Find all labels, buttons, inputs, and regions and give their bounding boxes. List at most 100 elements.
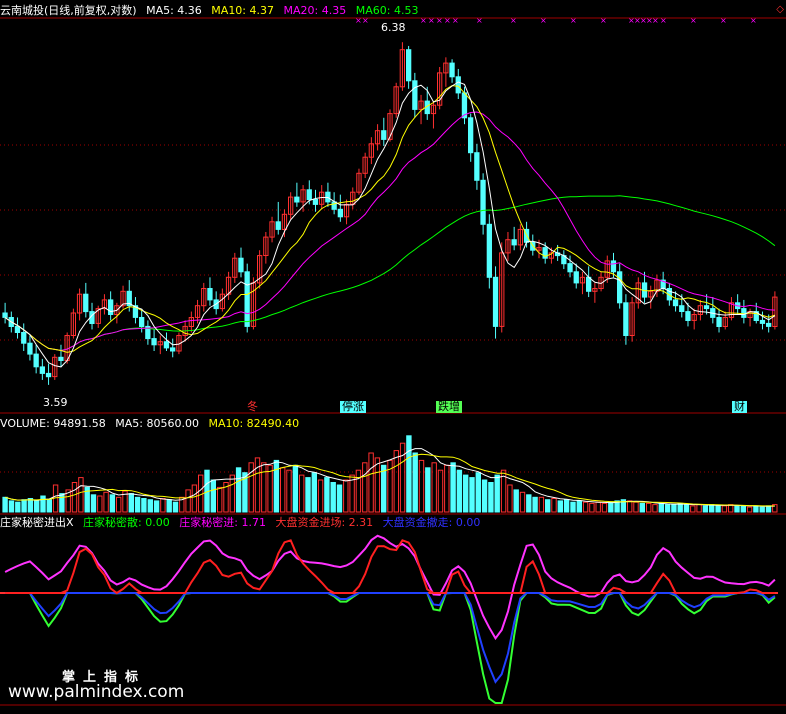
candle-body — [14, 325, 21, 333]
volume-bar — [456, 469, 463, 513]
volume-bar — [431, 462, 437, 513]
signal-cross-marker: × — [750, 16, 757, 25]
volume-bar — [765, 505, 772, 513]
volume-bar — [2, 496, 8, 513]
diamond-icon[interactable]: ◇ — [776, 4, 784, 15]
volume-bar — [160, 498, 166, 513]
volume-bar — [324, 477, 330, 513]
candle-body — [331, 201, 337, 210]
volume-bar — [46, 499, 52, 513]
volume-bar — [437, 469, 444, 513]
candle-body — [672, 299, 679, 307]
volume-bar — [128, 493, 135, 513]
candle-body — [312, 199, 319, 205]
volume-bar — [97, 495, 103, 513]
volume-bar — [532, 496, 538, 513]
volume-header: VOLUME: 94891.58 MA5: 80560.00 MA10: 824… — [0, 417, 305, 431]
volume-bar — [475, 472, 482, 513]
volume-bar — [734, 505, 740, 513]
signal-cross-marker: × — [444, 16, 451, 25]
signal-cross-marker: × — [652, 16, 659, 25]
volume-bar — [172, 501, 179, 513]
candle-body — [679, 305, 685, 313]
volume-bar — [27, 498, 34, 513]
candle-body — [238, 257, 244, 273]
volume-bar — [538, 496, 545, 513]
volume-ma5: MA5: 80560.00 — [115, 417, 199, 430]
volume-bar — [513, 489, 519, 513]
candle-body — [27, 342, 33, 355]
chart-canvas: × × × × × × × × × × × × × × × × × × × × × — [0, 16, 786, 706]
signal-cross-marker: × — [428, 16, 435, 25]
volume-bar — [721, 505, 728, 513]
volume-bar — [746, 506, 753, 513]
candle-body — [703, 305, 710, 310]
tag-drop-increase: 跌增 — [436, 400, 462, 413]
volume-bar — [217, 486, 223, 513]
volume-bar — [311, 472, 318, 513]
volume-bar — [292, 464, 299, 513]
signal-cross-marker: × — [452, 16, 459, 25]
candle-body — [573, 271, 579, 284]
volume-bar — [469, 477, 475, 513]
candle-body — [406, 49, 412, 82]
candle-body — [337, 208, 344, 218]
volume-bar — [627, 500, 633, 513]
volume-bar — [450, 462, 456, 513]
volume-bar — [507, 484, 513, 513]
volume-bar — [317, 479, 324, 513]
candle-body — [163, 341, 170, 349]
volume-bar — [639, 502, 645, 513]
signal-cross-marker: × — [690, 16, 697, 25]
candle-body — [741, 308, 747, 318]
candle-body — [108, 299, 114, 315]
volume-bar — [715, 505, 721, 513]
candle-body — [244, 271, 250, 327]
volume-bar — [116, 496, 122, 513]
volume-bar — [362, 462, 368, 513]
volume-bar — [381, 464, 387, 513]
signal-cross-marker: × — [660, 16, 667, 25]
tag-stop-rise: 停涨 — [340, 400, 366, 413]
candle-body — [306, 189, 312, 201]
candle-body — [716, 317, 722, 327]
volume-bar — [664, 504, 671, 513]
volume-bar — [71, 482, 78, 513]
candle-body — [486, 223, 493, 278]
candle-body — [511, 239, 517, 246]
candle-body — [2, 312, 8, 318]
candle-body — [492, 276, 499, 327]
volume-bar — [90, 494, 97, 513]
stock-chart[interactable]: × × × × × × × × × × × × × × × × × × × × × — [0, 0, 786, 710]
indicator-magenta-line — [4, 534, 776, 641]
candle-body — [58, 356, 64, 361]
candle-body — [412, 80, 418, 110]
watermark-url: www.palmindex.com — [8, 682, 185, 702]
volume-bar — [759, 506, 765, 513]
candle-body — [170, 347, 176, 352]
ma5-value: MA5: 4.36 — [146, 4, 202, 17]
volume-bar — [185, 489, 191, 513]
volume-bar — [601, 502, 608, 513]
high-price-label: 6.38 — [381, 21, 406, 34]
volume-bar — [595, 501, 601, 513]
volume-bar — [78, 477, 84, 513]
volume-bar — [34, 500, 40, 513]
volume-bar — [336, 484, 343, 513]
volume-bar — [153, 500, 160, 513]
tag-finance: 财 — [732, 400, 747, 413]
volume-bar — [570, 501, 576, 513]
volume-bar — [557, 500, 563, 513]
volume-bar — [633, 501, 639, 513]
volume-bar — [589, 502, 595, 513]
stock-title: 云南城投(日线,前复权,对数) — [0, 4, 137, 17]
volume-bar — [368, 452, 374, 513]
volume-bar — [103, 491, 109, 513]
volume-bar — [576, 500, 582, 513]
candle-body — [474, 152, 480, 181]
candle-body — [294, 196, 300, 203]
volume-bar — [646, 502, 652, 513]
volume-bar — [109, 494, 116, 513]
volume-bar — [519, 491, 526, 513]
candle-body — [586, 276, 592, 292]
